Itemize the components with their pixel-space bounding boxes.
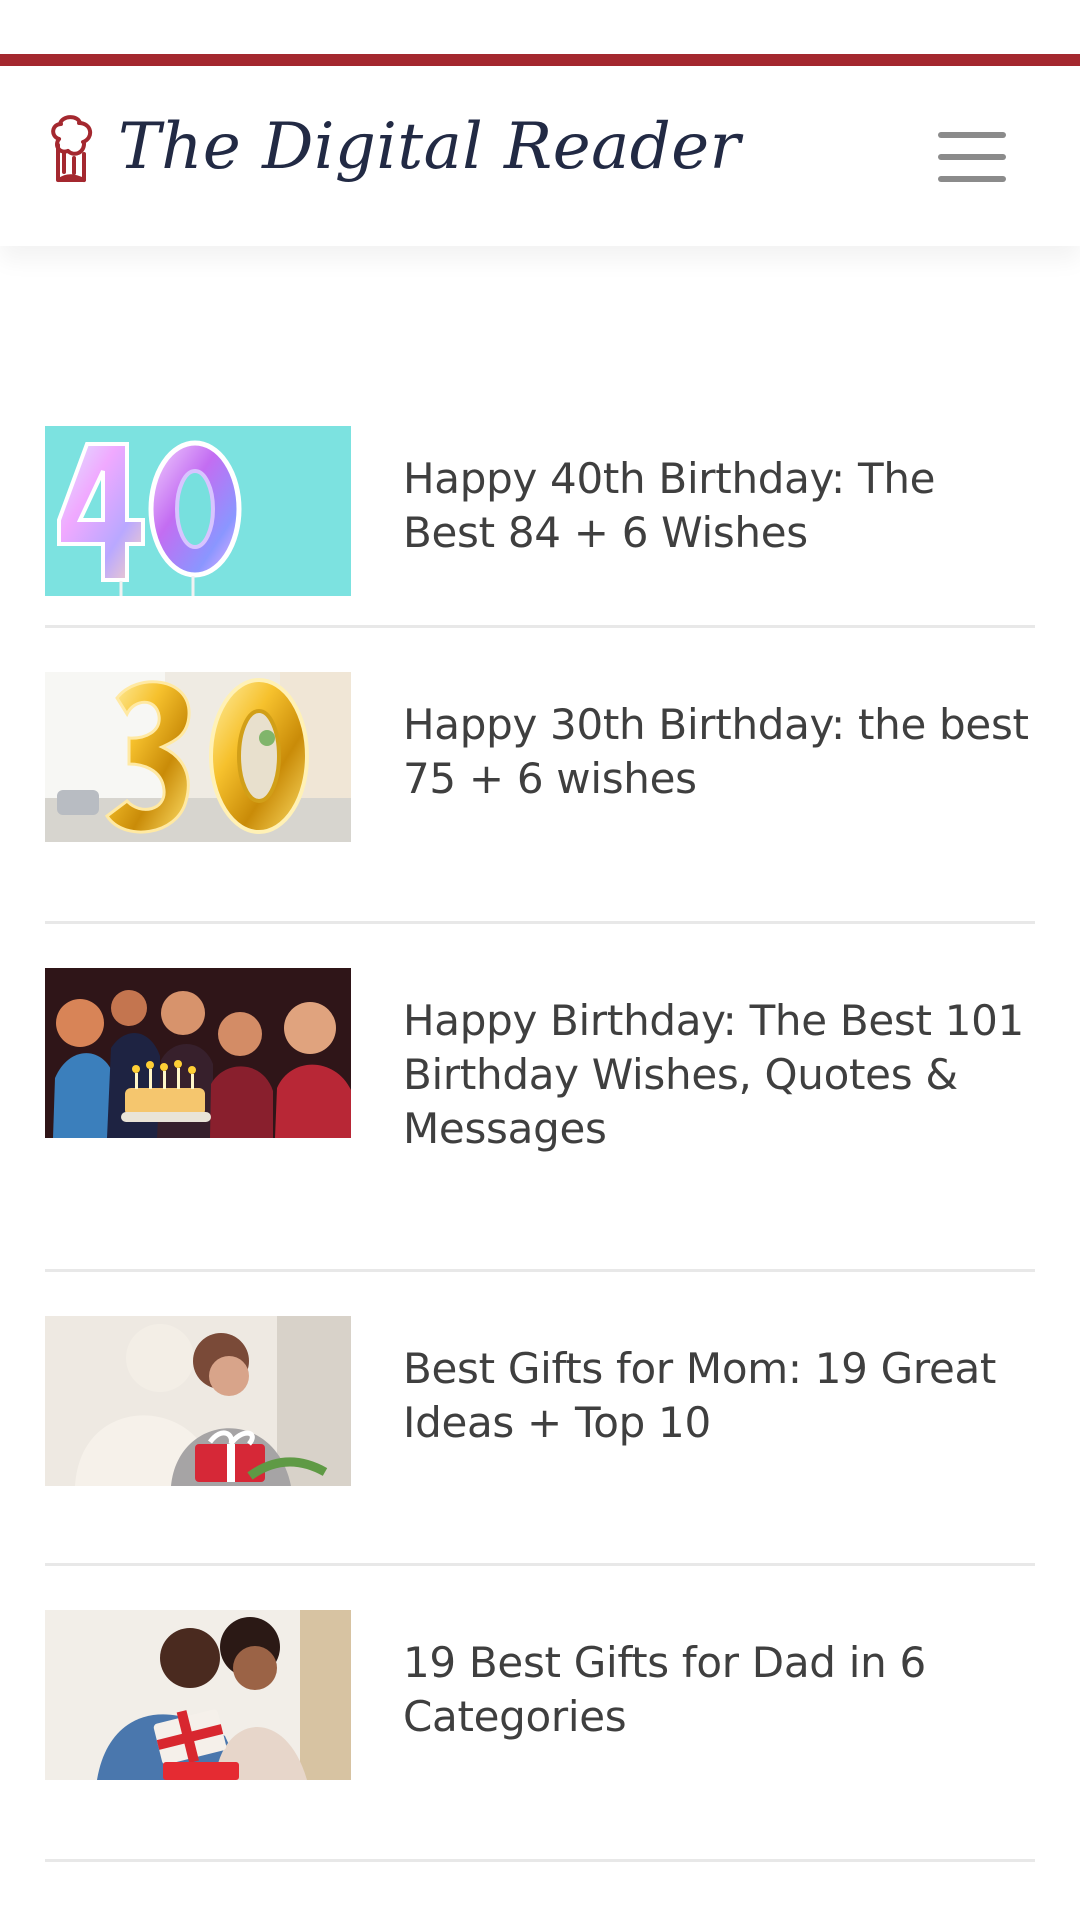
menu-line-middle <box>938 154 1006 160</box>
article-card-40th-birthday[interactable]: Happy 40th Birthday: The Best 84 + 6 Wis… <box>45 382 1035 628</box>
article-card-gifts-for-mom[interactable]: Best Gifts for Mom: 19 Great Ideas + Top… <box>45 1272 1035 1566</box>
site-title: The Digital Reader <box>118 110 741 184</box>
father-child-gift-image[interactable] <box>45 1610 351 1780</box>
mother-daughter-gift-image[interactable] <box>45 1316 351 1486</box>
site-logo-link[interactable]: The Digital Reader <box>44 111 741 183</box>
article-card-30th-birthday[interactable]: Happy 30th Birthday: the best 75 + 6 wis… <box>45 628 1035 924</box>
article-card-gifts-for-dad[interactable]: 19 Best Gifts for Dad in 6 Categories <box>45 1566 1035 1862</box>
article-title[interactable]: Happy 40th Birthday: The Best 84 + 6 Wis… <box>403 452 1033 625</box>
article-list: Happy 40th Birthday: The Best 84 + 6 Wis… <box>45 382 1035 1862</box>
accent-bar <box>0 54 1080 66</box>
40-balloons-image[interactable] <box>45 426 351 596</box>
hamburger-menu-icon[interactable] <box>938 132 1006 182</box>
book-stack-icon <box>51 115 92 182</box>
menu-line-bottom <box>938 176 1006 182</box>
menu-line-top <box>938 132 1006 138</box>
site-header: The Digital Reader <box>0 66 1080 246</box>
article-title[interactable]: Happy Birthday: The Best 101 Birthday Wi… <box>403 994 1033 1269</box>
30-balloons-image[interactable] <box>45 672 351 842</box>
article-title[interactable]: 19 Best Gifts for Dad in 6 Categories <box>403 1636 1033 1859</box>
article-title[interactable]: Happy 30th Birthday: the best 75 + 6 wis… <box>403 698 1033 921</box>
article-card-happy-birthday[interactable]: Happy Birthday: The Best 101 Birthday Wi… <box>45 924 1035 1272</box>
top-gap <box>0 0 1080 54</box>
birthday-party-image[interactable] <box>45 968 351 1138</box>
article-title[interactable]: Best Gifts for Mom: 19 Great Ideas + Top… <box>403 1342 1033 1563</box>
